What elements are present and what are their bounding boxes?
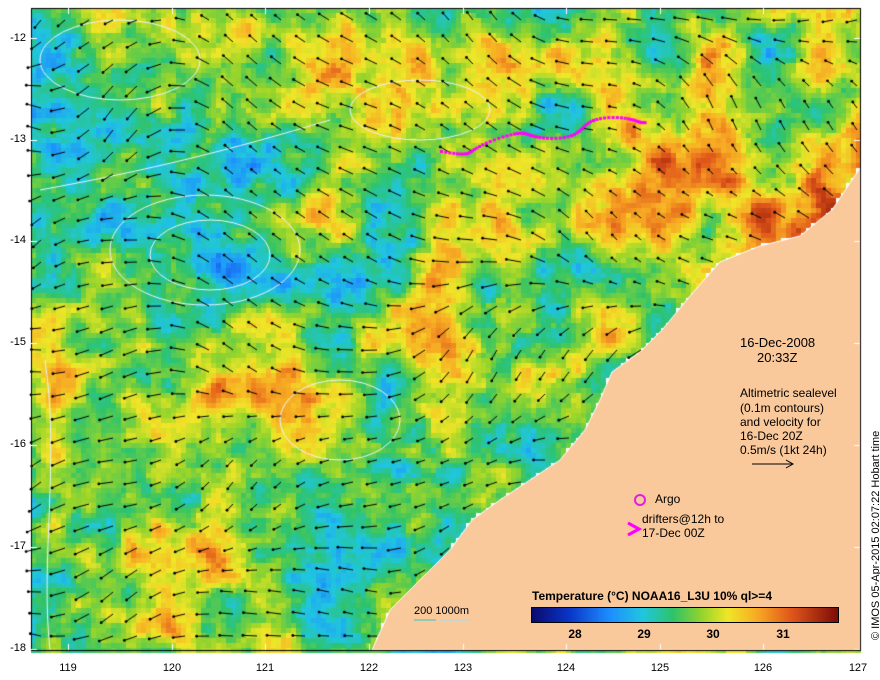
velocity-scale-arrow bbox=[752, 459, 795, 469]
colorbar bbox=[531, 607, 839, 623]
lat-tick-15: -15 bbox=[10, 336, 26, 348]
lat-tick-13: -13 bbox=[10, 133, 26, 145]
colorbar-title: Temperature (°C) NOAA16_L3U 10% ql>=4 bbox=[532, 589, 772, 603]
lon-tick-122: 122 bbox=[359, 662, 379, 674]
velocity-scale-label: 0.5m/s (1kt 24h) bbox=[740, 443, 827, 457]
lon-tick-121: 121 bbox=[255, 662, 275, 674]
colorbar-tick-31: 31 bbox=[776, 627, 790, 641]
argo-label: Argo bbox=[655, 492, 681, 506]
drifters-line-1: drifters@12h to bbox=[642, 512, 725, 526]
lon-tick-123: 123 bbox=[453, 662, 473, 674]
colorbar-tick-30: 30 bbox=[706, 627, 720, 641]
map-time: 20:33Z bbox=[757, 350, 798, 365]
lon-tick-125: 125 bbox=[650, 662, 670, 674]
altimetry-line-4: 16-Dec 20Z bbox=[740, 429, 803, 443]
lon-tick-119: 119 bbox=[59, 662, 77, 674]
argo-marker bbox=[634, 494, 646, 506]
credit-text: © IMOS 05-Apr-2015 02:07:22 Hobart time bbox=[870, 430, 880, 640]
lat-tick-14: -14 bbox=[10, 234, 26, 246]
lon-tick-120: 120 bbox=[162, 662, 182, 674]
colorbar-tick-29: 29 bbox=[637, 627, 651, 641]
colorbar-tick-28: 28 bbox=[568, 627, 582, 641]
lon-tick-126: 126 bbox=[753, 662, 773, 674]
lon-tick-127: 127 bbox=[848, 662, 868, 674]
drifter-marker bbox=[627, 521, 642, 537]
drifters-line-2: 17-Dec 00Z bbox=[642, 526, 705, 540]
map-date: 16-Dec-2008 bbox=[740, 335, 816, 350]
lat-tick-17: -17 bbox=[10, 540, 26, 552]
lat-tick-12: -12 bbox=[10, 32, 26, 44]
lat-tick-16: -16 bbox=[10, 438, 26, 450]
lat-tick-18: -18 bbox=[10, 642, 26, 654]
lon-tick-124: 124 bbox=[556, 662, 576, 674]
altimetry-line-1: Altimetric sealevel bbox=[740, 386, 837, 400]
altimetry-line-3: and velocity for bbox=[740, 415, 821, 429]
depth-contour-label: 200 1000m bbox=[414, 605, 470, 617]
altimetry-line-2: (0.1m contours) bbox=[740, 401, 825, 415]
depth-contour-key bbox=[414, 619, 470, 621]
